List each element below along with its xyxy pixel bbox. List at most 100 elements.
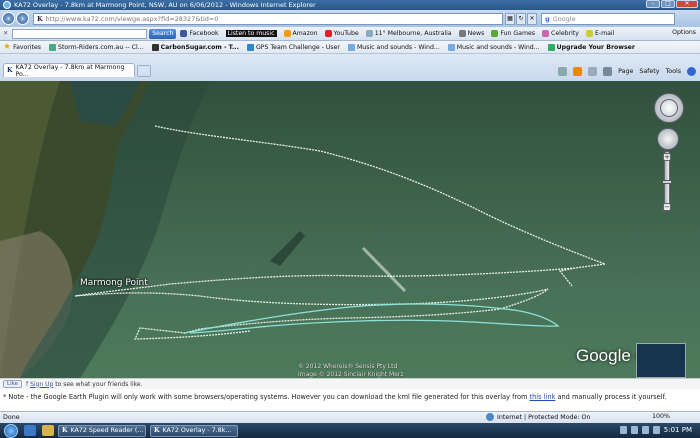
window-titlebar: KA72 Overlay - 7.8km at Marmong Point, N… <box>0 0 700 10</box>
address-bar[interactable]: K http://www.ka72.com/viewge.aspx?fid=28… <box>33 12 503 25</box>
celebrity-icon <box>542 30 550 37</box>
internet-explorer-icon <box>3 1 11 9</box>
minimize-button[interactable]: – <box>646 0 660 8</box>
plugin-note: * Note - the Google Earth Plugin will on… <box>0 389 700 411</box>
favorite-item-storm-riders[interactable]: Storm-Riders.com.au -- Cl... <box>49 43 144 51</box>
new-tab-button[interactable] <box>137 65 151 77</box>
zoom-level[interactable]: 100% <box>652 413 670 420</box>
taskbar-item-speed-reader[interactable]: K KA72 Speed Reader (... <box>58 424 146 437</box>
maximize-button[interactable]: □ <box>661 0 675 8</box>
status-text: Done <box>3 414 20 421</box>
note-text-before: * Note - the Google Earth Plugin will on… <box>3 393 530 401</box>
favorite-item-gps-team[interactable]: GPS Team Challenge - User <box>247 43 340 51</box>
stop-icon[interactable]: ✕ <box>527 12 537 25</box>
globe-icon <box>486 413 494 421</box>
kml-download-link[interactable]: this link <box>530 393 556 401</box>
favorite-item-music-1[interactable]: Music and sounds - Wind... <box>347 43 440 51</box>
zoom-in-button[interactable]: + <box>663 153 671 161</box>
forward-button[interactable]: › <box>16 12 29 25</box>
carbonsugar-icon <box>151 43 159 51</box>
toolbar-item-youtube[interactable]: YouTube <box>324 30 359 37</box>
toolbar-item-email[interactable]: E-mail <box>585 30 614 37</box>
close-window-button[interactable]: ✕ <box>676 0 698 8</box>
address-url: http://www.ka72.com/viewge.aspx?fid=2832… <box>45 14 219 23</box>
favorite-item-music-2[interactable]: Music and sounds - Wind... <box>447 43 540 51</box>
toolbar-item-weather[interactable]: 11° Melbourne, Australia <box>365 30 452 37</box>
copyright-line-1: © 2012 Whereis® Sensis Pty Ltd <box>298 363 398 370</box>
note-text-after: and manually process it yourself. <box>555 393 667 401</box>
plane-shadow <box>270 231 305 266</box>
rss-icon[interactable] <box>573 67 583 76</box>
games-icon <box>491 30 499 37</box>
refresh-icon[interactable]: ↻ <box>516 12 526 25</box>
favorites-bar: ★ Favorites Storm-Riders.com.au -- Cl...… <box>0 41 700 54</box>
facebook-like-bar: Like f Sign Up to see what your friends … <box>0 378 700 389</box>
network-icon[interactable] <box>642 426 649 434</box>
web-search-input[interactable]: g Google <box>541 12 675 25</box>
toolbar-item-facebook[interactable]: Facebook <box>180 30 219 37</box>
favorites-button[interactable]: Favorites <box>13 44 41 51</box>
ka72-icon: K <box>62 427 68 434</box>
site-favicon: K <box>37 14 43 23</box>
tray-icon[interactable] <box>620 426 627 434</box>
toolbar-item-fun-games[interactable]: Fun Games <box>491 30 535 37</box>
windows-taskbar: K KA72 Speed Reader (... K KA72 Overlay … <box>0 423 700 438</box>
ka72-icon: K <box>154 427 160 434</box>
ie-page-icon <box>447 43 455 51</box>
upgrade-icon <box>547 43 555 51</box>
ie-quicklaunch-icon[interactable] <box>24 425 36 436</box>
tray-icon[interactable] <box>631 426 638 434</box>
signup-text: to see what your friends like. <box>55 380 143 388</box>
status-bar: Done Internet | Protected Mode: On 100% <box>0 411 700 423</box>
youtube-icon <box>324 30 332 37</box>
favorite-item-carbonsugar[interactable]: CarbonSugar.com - T... <box>151 43 239 51</box>
help-icon[interactable] <box>687 67 696 76</box>
toolbar-item-music[interactable]: Listen to music <box>225 30 277 37</box>
security-zone[interactable]: Internet | Protected Mode: On <box>486 413 591 421</box>
address-row: ‹ › K http://www.ka72.com/viewge.aspx?fi… <box>0 10 700 27</box>
zoom-slider-thumb[interactable] <box>662 180 672 184</box>
search-placeholder: Google <box>552 14 576 23</box>
zoom-out-button[interactable]: − <box>663 203 671 211</box>
explorer-quicklaunch-icon[interactable] <box>42 425 54 436</box>
page-menu[interactable]: Page <box>618 68 633 75</box>
email-icon <box>585 30 593 37</box>
toolbar-item-celebrity[interactable]: Celebrity <box>542 30 579 37</box>
favorites-star-icon: ★ <box>3 42 12 52</box>
navigation-compass-icon[interactable] <box>660 99 678 117</box>
safety-menu[interactable]: Safety <box>639 68 659 75</box>
copyright-line-2: Image © 2012 Sinclair Knight Merz <box>298 371 404 378</box>
volume-icon[interactable] <box>653 426 660 434</box>
back-button[interactable]: ‹ <box>2 12 15 25</box>
print-icon[interactable] <box>603 67 613 76</box>
mail-icon[interactable] <box>588 67 598 76</box>
address-buttons: ▦ ↻ ✕ <box>505 12 537 25</box>
start-button[interactable] <box>4 423 18 438</box>
overview-minimap[interactable] <box>636 343 686 378</box>
toolbar-search-input[interactable] <box>12 28 148 39</box>
map-imagery <box>0 81 606 378</box>
home-icon[interactable] <box>558 67 568 76</box>
like-button[interactable]: Like <box>3 380 22 388</box>
move-control[interactable] <box>657 128 679 150</box>
google-earth-map[interactable]: Marmong Point © 2012 Whereis® Sensis Pty… <box>0 81 700 378</box>
google-search-icon: g <box>545 14 550 23</box>
storm-riders-icon <box>49 43 57 51</box>
compatibility-icon[interactable]: ▦ <box>505 12 515 25</box>
tools-menu[interactable]: Tools <box>665 68 681 75</box>
taskbar-item-overlay[interactable]: K KA72 Overlay - 7.8k... <box>150 424 238 437</box>
close-toolbar-icon[interactable]: ✕ <box>3 30 8 37</box>
tab-ka72-overlay[interactable]: K KA72 Overlay - 7.8km at Marmong Po... <box>3 63 135 78</box>
favorite-item-upgrade-browser[interactable]: Upgrade Your Browser <box>547 43 635 51</box>
facebook-icon: f <box>25 380 29 388</box>
addon-toolbar: ✕ Search Facebook Listen to music Amazon… <box>0 27 700 41</box>
weather-icon <box>365 30 373 37</box>
toolbar-options-button[interactable]: Options <box>672 29 696 36</box>
clock[interactable]: 5:01 PM <box>664 426 692 434</box>
system-tray <box>620 426 660 434</box>
toolbar-search-button[interactable]: Search <box>149 28 177 39</box>
toolbar-item-amazon[interactable]: Amazon <box>283 30 318 37</box>
signup-link[interactable]: Sign Up <box>30 381 53 388</box>
boat-wake <box>361 246 407 293</box>
toolbar-item-news[interactable]: News <box>458 30 484 37</box>
